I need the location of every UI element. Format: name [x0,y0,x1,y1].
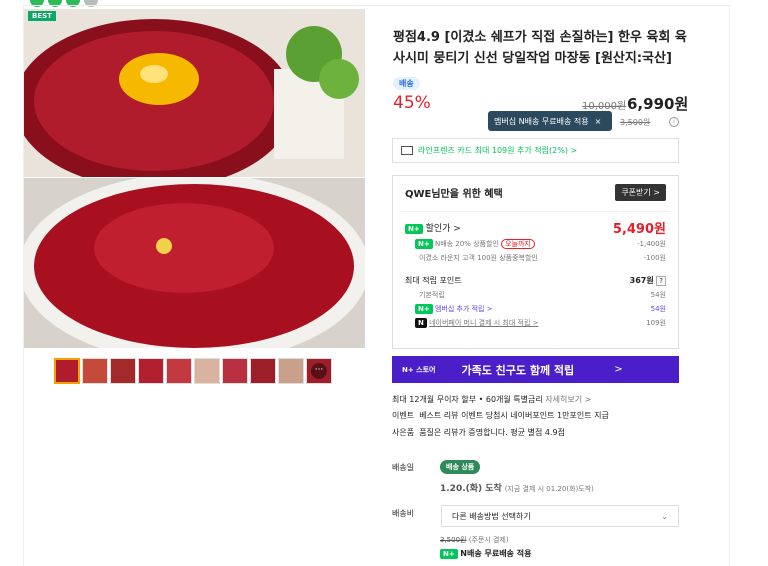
store-banner-text: 가족도 친구도 함께 적립 [461,363,575,377]
delivery-label: 배송일 [392,463,415,472]
point-row-1-amount: 54원 [650,291,666,299]
sale-price: 6,990원 [627,95,689,113]
n-delivery-icon: N+ [415,239,433,249]
more-icon: ··· [311,363,327,379]
membership-tooltip: 멤버십 N배송 무료배송 적용 × [488,111,612,131]
shipping-fee-info: 3,500원 (주문시 결제) [440,535,509,545]
card-icon [401,146,413,155]
coupon-button[interactable]: 쿠폰받기 > [615,184,666,201]
points-value: 367원 [629,276,654,285]
arrival-note: (지금 결제 시 01.20(화)도착) [504,485,594,493]
naver-pay-icon: N [415,318,427,328]
installment-detail-link[interactable]: 자세히보기 > [545,395,591,404]
thumbnail-strip: ··· [54,358,332,384]
store-banner-arrow: > [614,364,623,375]
card-benefit-link[interactable]: 라인프렌즈 카드 최대 109원 추가 적립(2%) > [392,138,679,163]
thumbnail-5[interactable] [166,358,192,384]
point-row-1-label: 기본적립 [419,291,445,299]
discount-2-label: 이겼소 라운지 고객 100원 상품중복할인 [419,254,538,262]
discount-2-amount: -100원 [643,254,666,262]
event-label: 이벤트 [392,411,415,420]
points-label: 최대 적립 포인트 [405,276,462,285]
shipping-label: 배송비 [392,509,415,518]
discount-1-amount: -1,400원 [636,240,666,248]
shipping-fee: 3,500원 [440,536,467,544]
delivery-arrival: 1.20.(화) 도착 (지금 결제 시 01.20(화)도착) [440,481,594,494]
best-badge: BEST [28,11,56,21]
store-brand: N+ 스토어 [402,365,436,374]
delivery-tag: 배송 [393,71,420,90]
installment-text: 최대 12개월 무이자 할부 • 60개월 특별금리 [392,395,543,404]
points-help-icon[interactable]: ? [656,276,666,286]
point-row-3-label[interactable]: 네이버페이 머니 결제 시 최대 적립 > [429,319,538,327]
point-row-2-label[interactable]: 멤버십 추가 적립 > [435,305,493,313]
discount-1-label: N배송 20% 상품할인 [434,240,499,248]
naver-plus-membership-icon: N+ [405,223,423,234]
installment-info: 최대 12개월 무이자 할부 • 60개월 특별금리 자세히보기 > [392,394,591,405]
discount-price: 5,490원 [612,222,666,237]
discount-rate: 45% [393,93,431,113]
chevron-down-icon: ⌄ [661,511,668,521]
product-title: 평점4.9 [이겼소 쉐프가 직접 손질하는] 한우 육회 육사시미 뭉티기 신… [393,30,687,66]
thumbnail-6[interactable] [194,358,220,384]
point-row-3-amount: 109원 [646,319,666,327]
thumbnail-3[interactable] [110,358,136,384]
thumbnail-2[interactable] [82,358,108,384]
main-product-image-top[interactable]: BEST [24,9,365,177]
original-price: 10,000원 [582,101,627,112]
event-info: 이벤트 베스트 리뷰 이벤트 당첨시 네이버포인트 1만포인트 지급 [392,410,609,421]
benefit-title: QWE님만을 위한 혜택 [405,189,503,200]
thumbnail-7[interactable] [222,358,248,384]
store-banner[interactable]: N+ 스토어 가족도 친구도 함께 적립 > [392,356,679,383]
thumbnail-1[interactable] [54,358,80,384]
benefit-box: QWE님만을 위한 혜택 쿠폰받기 > N+ 할인가 > 5,490원 N+ N… [392,175,679,349]
gift-text: 품질은 리뷰가 증명합니다. 평균 별점 4.9점 [419,428,565,437]
shipping-fee-struck: 3,500원 [620,118,651,127]
delivery-tag-label: 배송 [393,77,420,90]
discount-label[interactable]: 할인가 > [426,224,461,234]
shipping-fee-note: (주문시 결제) [468,536,509,544]
event-text: 베스트 리뷰 이벤트 당첨시 네이버포인트 1만포인트 지급 [419,411,609,420]
thumbnail-9[interactable] [278,358,304,384]
thumbnail-8[interactable] [250,358,276,384]
free-shipping-text: N배송 무료배송 적용 [460,549,532,558]
card-benefit-text: 라인프렌즈 카드 최대 109원 추가 적립(2%) > [418,146,578,155]
main-product-image-bottom[interactable] [24,178,365,348]
info-icon[interactable]: i [669,117,679,127]
delivery-chip: 배송 상품 [440,460,481,474]
shipping-select-value: 다른 배송방법 선택하기 [452,511,531,521]
free-shipping-info: N+ N배송 무료배송 적용 [440,548,531,559]
gift-label: 사은품 [392,428,415,437]
n-delivery-free-icon: N+ [440,548,458,559]
point-row-2-amount: 54원 [650,305,666,313]
thumbnail-4[interactable] [138,358,164,384]
membership-icon: N+ [415,304,433,314]
today-only-badge: 오늘까지 [501,239,535,249]
gift-info: 사은품 품질은 리뷰가 증명합니다. 평균 별점 4.9점 [392,427,565,438]
shipping-method-select[interactable]: 다른 배송방법 선택하기 ⌄ [441,505,679,527]
tooltip-text: 멤버십 N배송 무료배송 적용 [494,116,589,126]
arrival-date: 1.20.(화) 도착 [440,484,502,494]
tooltip-close-icon[interactable]: × [595,117,602,126]
thumbnail-more[interactable]: ··· [306,358,332,384]
